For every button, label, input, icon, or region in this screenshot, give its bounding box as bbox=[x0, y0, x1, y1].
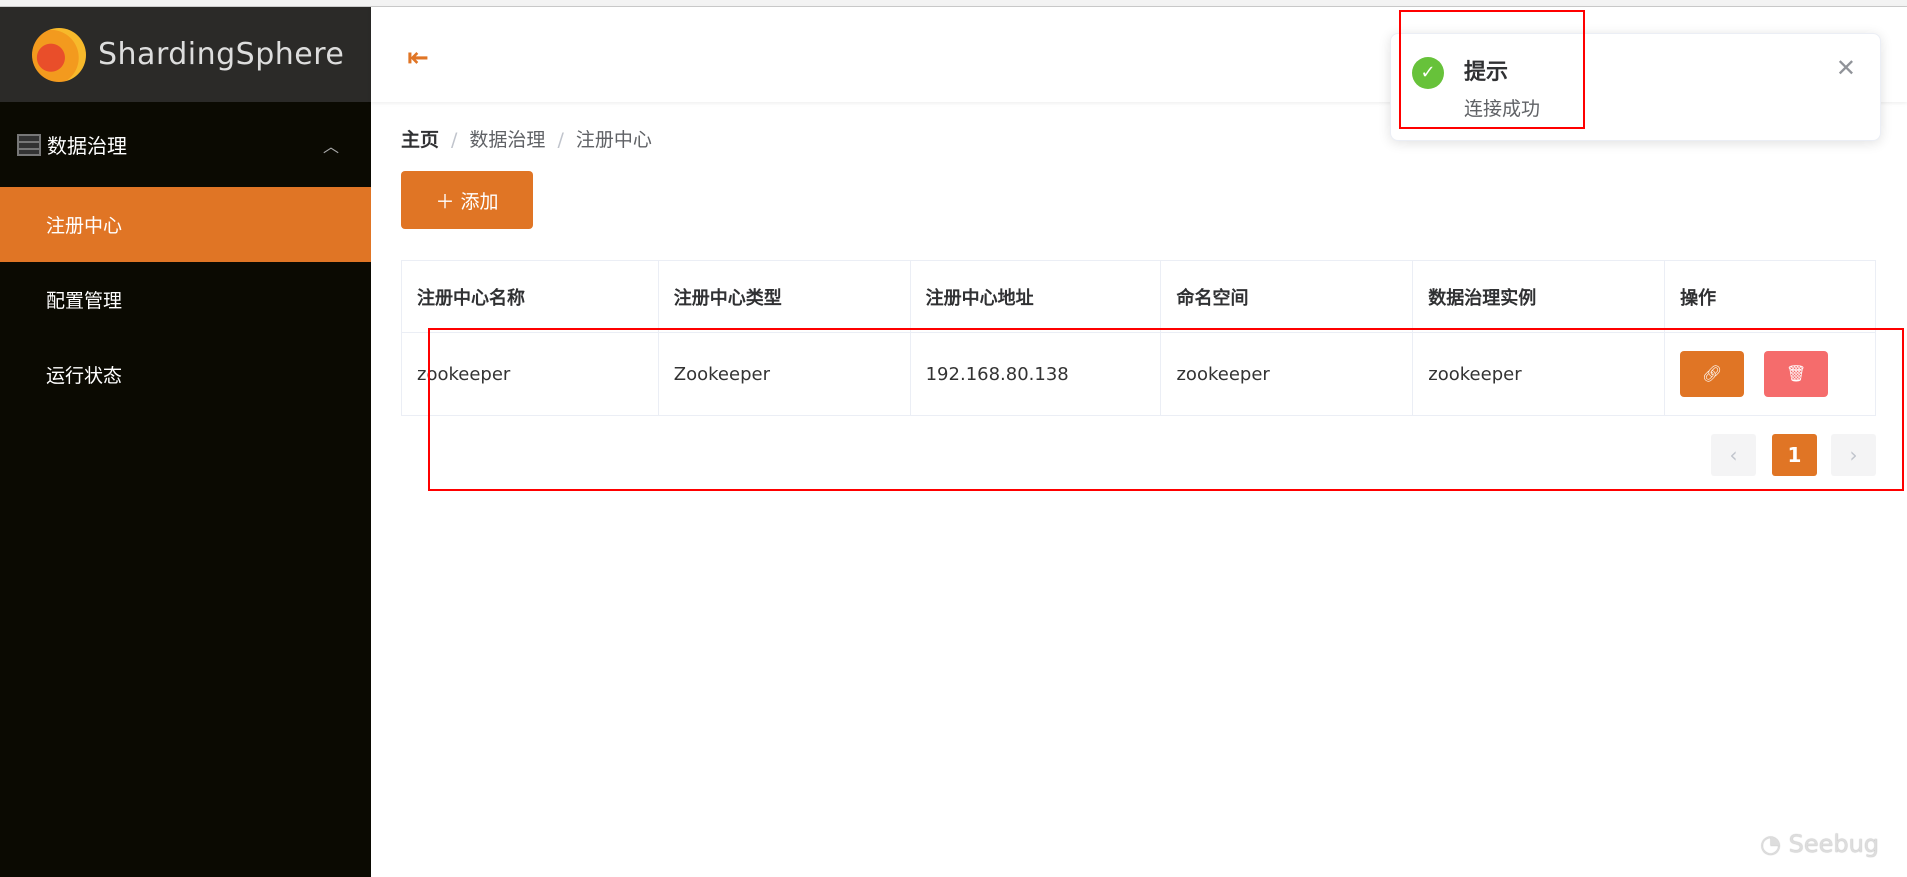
menu-group-data-governance[interactable]: 数据治理 ︿ bbox=[0, 102, 371, 187]
cell-type: Zookeeper bbox=[657, 332, 911, 416]
chevron-right-icon: › bbox=[1849, 443, 1858, 467]
breadcrumb: 主页 / 数据治理 / 注册中心 bbox=[401, 129, 652, 151]
sidebar-item-registry[interactable]: 注册中心 bbox=[0, 187, 371, 262]
registry-table: 注册中心名称 注册中心类型 注册中心地址 命名空间 数据治理实例 操作 zook… bbox=[401, 260, 1876, 416]
column-header: 注册中心类型 bbox=[657, 260, 911, 333]
notification-message: 连接成功 bbox=[1464, 98, 1541, 120]
sidebar: ShardingSphere 数据治理 ︿ 注册中心 配置管理 运行状态 bbox=[0, 7, 371, 877]
cell-instance: zookeeper bbox=[1412, 332, 1666, 416]
server-icon bbox=[17, 133, 41, 156]
column-header: 命名空间 bbox=[1160, 260, 1414, 333]
table-row: zookeeper Zookeeper 192.168.80.138 zooke… bbox=[401, 332, 1876, 416]
cell-actions: 🔗︎ 🗑︎ bbox=[1664, 332, 1876, 416]
column-header: 操作 bbox=[1664, 260, 1876, 333]
sidebar-item-runtime-status[interactable]: 运行状态 bbox=[0, 337, 371, 412]
seebug-watermark: ◔ Seebug bbox=[1760, 830, 1880, 858]
notification-title: 提示 bbox=[1464, 60, 1509, 85]
plus-icon: ＋ bbox=[435, 190, 461, 213]
sidebar-item-config[interactable]: 配置管理 bbox=[0, 262, 371, 337]
close-icon[interactable]: ✕ bbox=[1836, 54, 1856, 82]
trash-icon: 🗑︎ bbox=[1785, 364, 1807, 383]
link-icon: 🔗︎ bbox=[1701, 364, 1723, 383]
success-check-icon: ✓ bbox=[1412, 57, 1444, 89]
cell-address: 192.168.80.138 bbox=[909, 332, 1162, 416]
cell-namespace: zookeeper bbox=[1160, 332, 1414, 416]
browser-strip bbox=[0, 0, 1907, 7]
connect-button[interactable]: 🔗︎ bbox=[1680, 351, 1745, 397]
collapse-menu-icon[interactable]: ⇤ bbox=[407, 43, 429, 73]
next-page-button[interactable]: › bbox=[1831, 434, 1876, 476]
prev-page-button[interactable]: ‹ bbox=[1711, 434, 1756, 476]
cell-name: zookeeper bbox=[401, 332, 659, 416]
logo-icon bbox=[32, 27, 86, 82]
notification: ✓ 提示 连接成功 ✕ bbox=[1390, 33, 1881, 141]
add-button[interactable]: ＋ 添加 bbox=[401, 171, 533, 229]
logo[interactable]: ShardingSphere bbox=[0, 7, 371, 102]
breadcrumb-home[interactable]: 主页 bbox=[401, 129, 439, 151]
page-button[interactable]: 1 bbox=[1772, 434, 1817, 476]
chevron-up-icon: ︿ bbox=[322, 136, 339, 156]
column-header: 数据治理实例 bbox=[1412, 260, 1666, 333]
menu-group-label: 数据治理 bbox=[47, 134, 127, 158]
breadcrumb-registry: 注册中心 bbox=[575, 129, 652, 151]
column-header: 注册中心地址 bbox=[909, 260, 1162, 333]
column-header: 注册中心名称 bbox=[401, 260, 659, 333]
chevron-left-icon: ‹ bbox=[1729, 443, 1738, 467]
breadcrumb-governance: 数据治理 bbox=[469, 129, 546, 151]
delete-button[interactable]: 🗑︎ bbox=[1764, 351, 1829, 397]
table-header-row: 注册中心名称 注册中心类型 注册中心地址 命名空间 数据治理实例 操作 bbox=[401, 260, 1876, 333]
logo-text: ShardingSphere bbox=[98, 37, 345, 72]
